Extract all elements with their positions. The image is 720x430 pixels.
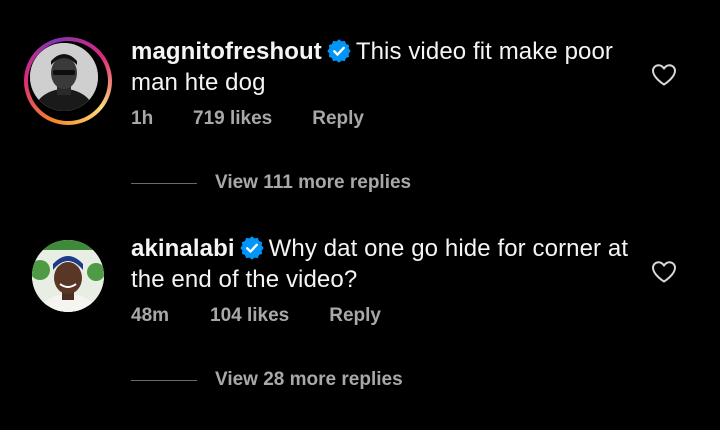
reply-button[interactable]: Reply — [329, 305, 381, 327]
comment-meta: 48m 104 likes Reply — [131, 305, 381, 327]
comment-time: 48m — [131, 305, 170, 326]
comment-time: 1h — [131, 108, 154, 129]
avatar[interactable] — [24, 37, 112, 125]
avatar-portrait-icon — [30, 43, 98, 111]
verified-badge-icon — [327, 39, 351, 63]
likes-count[interactable]: 719 likes — [193, 108, 272, 130]
avatar-portrait-icon — [32, 240, 104, 312]
view-replies-label: View 111 more replies — [215, 172, 412, 193]
comment-username[interactable]: akinalabi — [131, 235, 235, 262]
comment-body: magnitofreshout This video fit make poor… — [131, 36, 631, 98]
heart-outline-icon[interactable] — [651, 260, 677, 284]
avatar[interactable] — [32, 240, 104, 312]
replies-divider-line — [131, 182, 197, 184]
verified-badge-icon — [239, 236, 264, 260]
view-replies-button[interactable]: View 111 more replies — [131, 172, 411, 194]
reply-button[interactable]: Reply — [312, 108, 364, 130]
heart-outline-icon[interactable] — [651, 63, 677, 87]
comment-meta: 1h 719 likes Reply — [131, 108, 364, 130]
replies-divider-line — [131, 379, 197, 381]
avatar-image — [30, 43, 98, 111]
view-replies-label: View 28 more replies — [215, 369, 403, 390]
view-replies-button[interactable]: View 28 more replies — [131, 369, 403, 391]
comment-body: akinalabi Why dat one go hide for corner… — [131, 233, 631, 295]
likes-count[interactable]: 104 likes — [210, 305, 289, 327]
comment-username[interactable]: magnitofreshout — [131, 38, 322, 65]
